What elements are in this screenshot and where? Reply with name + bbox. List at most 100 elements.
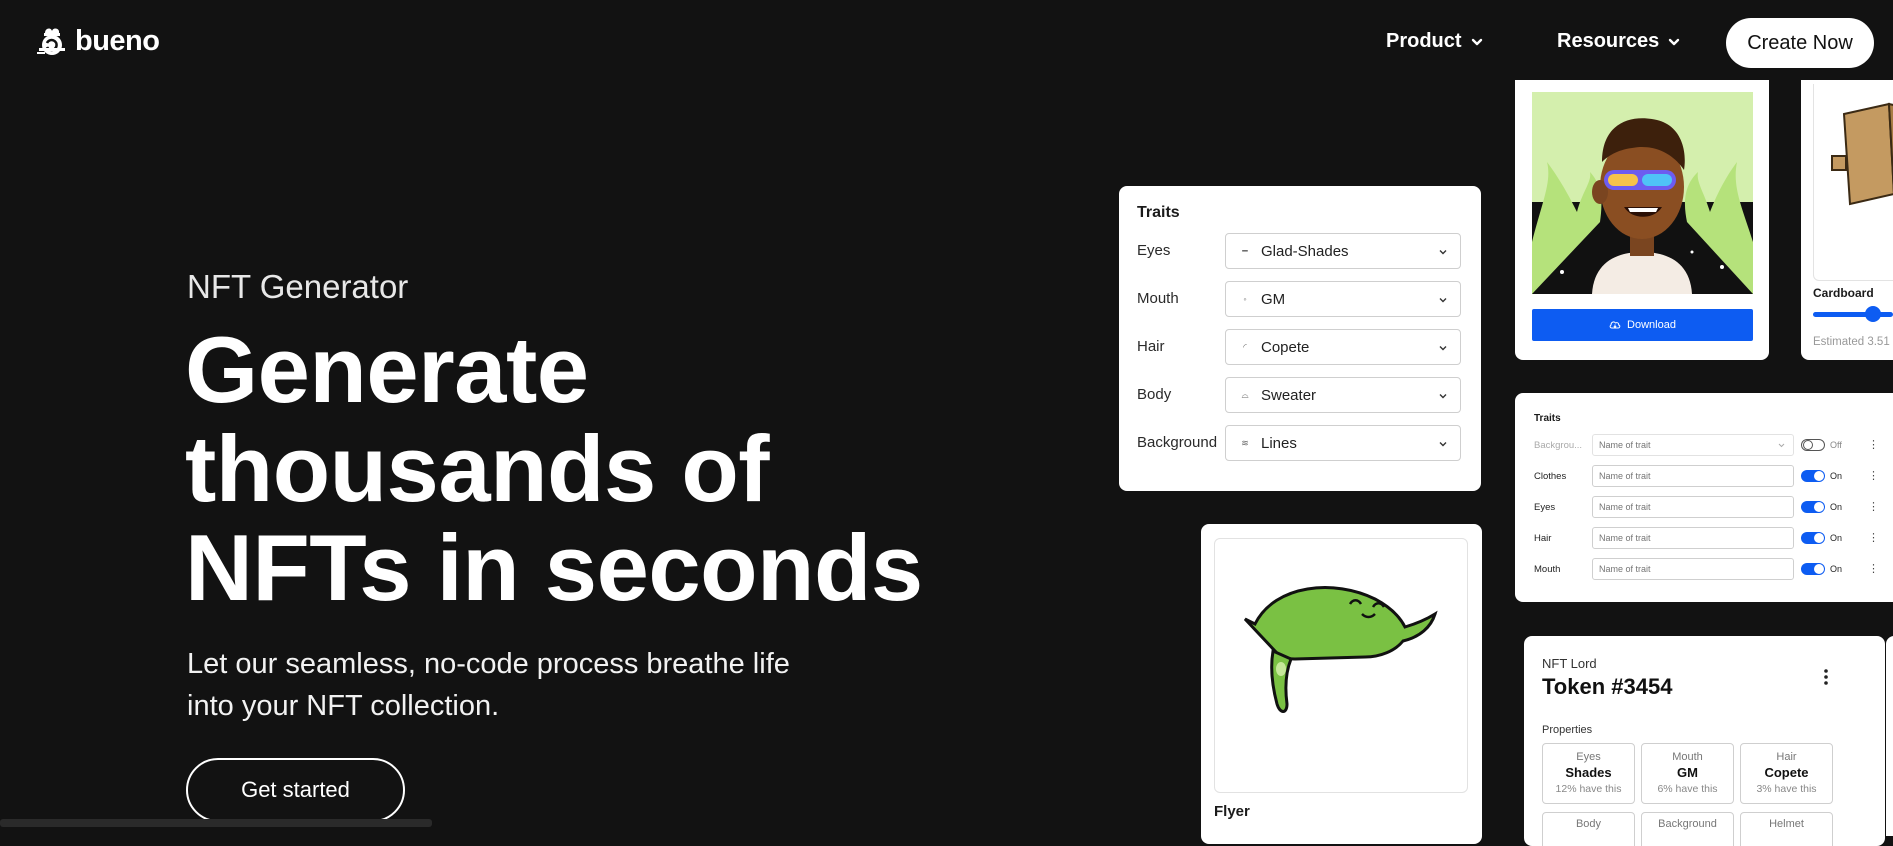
more-vertical-icon[interactable]: ⋮	[1868, 439, 1879, 451]
property-rarity: 3% have this	[1756, 783, 1817, 795]
property-key: Body	[1575, 818, 1602, 830]
hair-thumb-icon: ◜	[1243, 341, 1247, 352]
property-key: Mouth	[1672, 751, 1703, 763]
property-key: Eyes	[1576, 751, 1601, 763]
property-chip: Mouth GM 6% have this	[1641, 743, 1734, 804]
property-rarity: 6% have this	[1657, 783, 1718, 795]
toggle-knob	[1814, 533, 1824, 543]
trait-row-background: Background ≋ Lines	[1137, 425, 1462, 461]
trait-label: Body	[1137, 386, 1172, 403]
toggle-row-hair: Hair On ⋮	[1534, 527, 1893, 549]
headline-line: NFTs in seconds	[185, 515, 923, 620]
background-thumb-icon: ≋	[1241, 437, 1249, 448]
toggle-knob	[1814, 564, 1824, 574]
traits-toggle-card: Traits Backgrou... Off ⋮ Clothes On ⋮ Ey…	[1515, 393, 1893, 602]
chevron-down-icon	[1439, 346, 1447, 351]
nft-avatar-image	[1532, 92, 1753, 294]
get-started-button[interactable]: Get started	[186, 758, 405, 822]
toggle-state: Off	[1830, 440, 1842, 450]
more-vertical-icon[interactable]: ⋮	[1868, 563, 1879, 575]
token-collection: NFT Lord	[1542, 656, 1597, 671]
brand-name: bueno	[75, 24, 160, 57]
property-key: Background	[1658, 818, 1717, 830]
trait-name-input[interactable]	[1592, 527, 1794, 549]
trait-row-body: Body ⌓ Sweater	[1137, 377, 1462, 413]
more-vertical-icon[interactable]: ⋮	[1868, 532, 1879, 544]
nav-resources-label: Resources	[1557, 30, 1660, 52]
nav-product[interactable]: Product	[1386, 30, 1484, 53]
toggle-switch[interactable]	[1801, 470, 1825, 482]
property-value: Shades	[1565, 765, 1612, 780]
hero-subtitle: Let our seamless, no-code process breath…	[187, 643, 887, 727]
trait-value: Lines	[1261, 434, 1297, 452]
property-value: GM	[1677, 765, 1698, 780]
chevron-down-icon	[1778, 443, 1785, 448]
trait-name-input[interactable]	[1592, 558, 1794, 580]
chevron-down-icon	[1439, 250, 1447, 255]
trait-name-select[interactable]	[1592, 434, 1794, 456]
toggle-switch[interactable]	[1801, 532, 1825, 544]
more-vertical-icon[interactable]: ⋮	[1868, 501, 1879, 513]
create-now-button[interactable]: Create Now	[1726, 18, 1874, 68]
chevron-down-icon	[1471, 38, 1482, 45]
properties-label: Properties	[1542, 724, 1593, 736]
property-chip: Helmet	[1740, 812, 1833, 846]
hero-headline: Generate thousands of NFTs in seconds	[185, 320, 985, 617]
nav-resources[interactable]: Resources	[1557, 30, 1681, 53]
property-chip: Body	[1542, 812, 1635, 846]
hero-eyebrow: NFT Generator	[187, 268, 409, 305]
horizontal-scrollbar[interactable]	[0, 819, 432, 827]
brand-logo[interactable]: bueno	[35, 24, 160, 58]
trait-row-mouth: Mouth ◦ GM	[1137, 281, 1462, 317]
toggle-row-label: Backgrou...	[1534, 440, 1583, 451]
cardboard-card: Cardboard Estimated 3.51	[1801, 80, 1893, 360]
toggle-state: On	[1830, 564, 1843, 574]
toggle-state: On	[1830, 533, 1843, 543]
green-helmet-image	[1243, 586, 1438, 713]
trait-name-input[interactable]	[1592, 496, 1794, 518]
slider-track	[1813, 312, 1893, 317]
toggle-switch[interactable]	[1801, 439, 1825, 451]
trait-value: Glad-Shades	[1261, 242, 1349, 260]
estimated-text: Estimated 3.51	[1813, 336, 1890, 348]
download-button[interactable]: Download	[1532, 309, 1753, 341]
nft-preview-card: Download	[1515, 80, 1769, 360]
trait-select-mouth[interactable]: ◦ GM	[1225, 281, 1461, 317]
trait-label: Background	[1137, 434, 1218, 451]
toggle-row-clothes: Clothes On ⋮	[1534, 465, 1893, 487]
toggle-state: On	[1830, 471, 1843, 481]
chevron-down-icon	[1439, 394, 1447, 399]
mouth-thumb-icon: ◦	[1243, 294, 1247, 304]
trait-select-body[interactable]: ⌓ Sweater	[1225, 377, 1461, 413]
flyer-card: Flyer	[1201, 524, 1482, 844]
chevron-down-icon	[1439, 298, 1447, 303]
property-value: Copete	[1764, 765, 1809, 780]
subtitle-line: Let our seamless, no-code process breath…	[187, 648, 790, 680]
flyer-image-frame	[1214, 538, 1468, 793]
trait-select-eyes[interactable]: ━ Glad-Shades	[1225, 233, 1461, 269]
trait-label: Hair	[1137, 338, 1165, 355]
toggle-switch[interactable]	[1801, 501, 1825, 513]
toggle-row-label: Mouth	[1534, 564, 1561, 575]
trait-name-input[interactable]	[1592, 465, 1794, 487]
trait-select-hair[interactable]: ◜ Copete	[1225, 329, 1461, 365]
chevron-down-icon	[1439, 442, 1447, 447]
token-name: Token #3454	[1542, 674, 1673, 699]
download-label: Download	[1627, 319, 1676, 331]
toggle-row-eyes: Eyes On ⋮	[1534, 496, 1893, 518]
toggle-knob	[1814, 502, 1824, 512]
subtitle-line: into your NFT collection.	[187, 690, 500, 722]
slider-thumb[interactable]	[1865, 306, 1881, 322]
toggle-row-mouth: Mouth On ⋮	[1534, 558, 1893, 580]
toggle-state: On	[1830, 502, 1843, 512]
top-nav: bueno Product Resources Create Now	[0, 0, 1893, 86]
more-vertical-icon[interactable]	[1823, 668, 1829, 686]
cloud-download-icon	[1609, 321, 1621, 329]
toggle-switch[interactable]	[1801, 563, 1825, 575]
eyes-thumb-icon: ━	[1242, 245, 1248, 256]
token-details-card: NFT Lord Token #3454 Properties Eyes Sha…	[1524, 636, 1885, 846]
traits-select-card: Traits Eyes ━ Glad-Shades Mouth ◦ GM Hai…	[1119, 186, 1481, 491]
more-vertical-icon[interactable]: ⋮	[1868, 470, 1879, 482]
trait-select-background[interactable]: ≋ Lines	[1225, 425, 1461, 461]
property-chip: Background	[1641, 812, 1734, 846]
